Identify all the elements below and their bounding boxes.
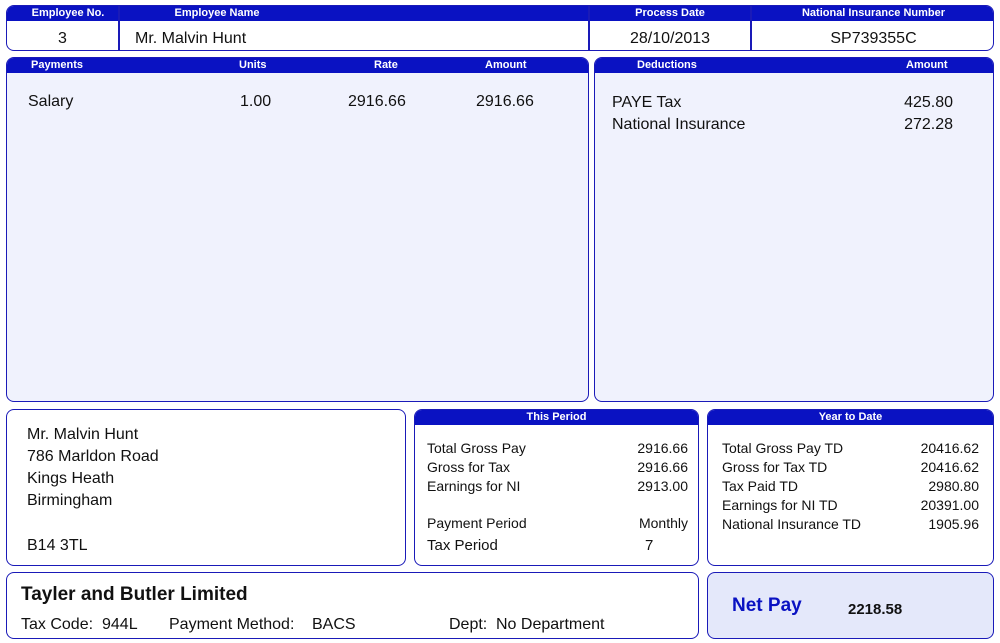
employee-no-label: Employee No. bbox=[31, 7, 105, 19]
payment-method-value: BACS bbox=[312, 616, 356, 633]
payments-panel: Payments Units Rate Amount Salary 1.00 2… bbox=[6, 57, 589, 402]
ytd-label: Gross for Tax TD bbox=[722, 459, 828, 475]
payment-method-label: Payment Method: bbox=[169, 616, 295, 633]
amount-label: Amount bbox=[485, 59, 527, 71]
ytd-value: 2980.80 bbox=[928, 478, 979, 494]
company-panel: Tayler and Butler Limited Tax Code: 944L… bbox=[6, 572, 699, 639]
this-period-value: 2916.66 bbox=[637, 440, 688, 456]
tax-period-value: 7 bbox=[645, 537, 654, 554]
this-period-value: 2913.00 bbox=[637, 478, 688, 494]
deduction-amount: 425.80 bbox=[904, 94, 953, 111]
address-line: 786 Marldon Road bbox=[27, 448, 159, 465]
ytd-label: Tax Paid TD bbox=[722, 478, 798, 494]
employee-info-panel: Employee No. Employee Name Process Date … bbox=[6, 5, 994, 51]
address-line: Mr. Malvin Hunt bbox=[27, 426, 139, 443]
ytd-value: 20416.62 bbox=[920, 440, 979, 456]
address-panel: Mr. Malvin Hunt 786 Marldon Road Kings H… bbox=[6, 409, 406, 566]
dept-value: No Department bbox=[496, 616, 605, 633]
process-date-label: Process Date bbox=[635, 7, 705, 19]
employee-no: 3 bbox=[58, 30, 67, 47]
payment-rate: 2916.66 bbox=[348, 93, 406, 110]
employee-name-label: Employee Name bbox=[174, 7, 260, 19]
payments-label: Payments bbox=[31, 59, 83, 71]
deduction-amount: 272.28 bbox=[904, 116, 953, 133]
net-pay-value: 2218.58 bbox=[848, 601, 903, 618]
employee-info-header: Employee No. Employee Name Process Date … bbox=[7, 6, 993, 21]
ytd-value: 20416.62 bbox=[920, 459, 979, 475]
ytd-label: National Insurance TD bbox=[722, 516, 862, 532]
deductions-header: Deductions Amount bbox=[595, 58, 993, 73]
this-period-label: Earnings for NI bbox=[427, 478, 521, 494]
tax-period-label: Tax Period bbox=[427, 537, 498, 554]
company-name: Tayler and Butler Limited bbox=[21, 584, 248, 605]
year-to-date-header: Year to Date bbox=[708, 410, 993, 425]
ytd-label: Earnings for NI TD bbox=[722, 497, 838, 513]
payment-amount: 2916.66 bbox=[476, 93, 534, 110]
tax-code-value: 944L bbox=[102, 616, 138, 633]
ni-number-label: National Insurance Number bbox=[801, 7, 946, 19]
this-period-label: Total Gross Pay bbox=[427, 440, 526, 456]
ytd-label: Total Gross Pay TD bbox=[722, 440, 844, 456]
this-period-label: Gross for Tax bbox=[427, 459, 510, 475]
this-period-panel: This Period Total Gross Pay 2916.66 Gros… bbox=[414, 409, 699, 566]
year-to-date-panel: Year to Date Total Gross Pay TD 20416.62… bbox=[707, 409, 994, 566]
deductions-amount-label: Amount bbox=[906, 59, 948, 71]
payment-units: 1.00 bbox=[240, 93, 272, 110]
divider bbox=[118, 6, 120, 50]
ni-number: SP739355C bbox=[830, 30, 917, 47]
deductions-panel: Deductions Amount PAYE Tax 425.80 Nation… bbox=[594, 57, 994, 402]
payments-header: Payments Units Rate Amount bbox=[7, 58, 588, 73]
ytd-value: 20391.00 bbox=[920, 497, 979, 513]
deduction-description: National Insurance bbox=[612, 116, 746, 133]
tax-code-label: Tax Code: bbox=[21, 616, 94, 633]
address-line: Birmingham bbox=[27, 492, 113, 509]
deduction-description: PAYE Tax bbox=[612, 94, 682, 111]
payment-period-value: Monthly bbox=[638, 515, 688, 531]
dept-label: Dept: bbox=[449, 616, 488, 633]
net-pay-label: Net Pay bbox=[732, 595, 802, 616]
address-line: Kings Heath bbox=[27, 470, 115, 487]
units-label: Units bbox=[239, 59, 267, 71]
process-date: 28/10/2013 bbox=[629, 30, 711, 47]
net-pay-panel: Net Pay 2218.58 bbox=[707, 572, 994, 639]
payment-description: Salary bbox=[28, 93, 74, 110]
ytd-value: 1905.96 bbox=[928, 516, 979, 532]
rate-label: Rate bbox=[374, 59, 398, 71]
this-period-header: This Period bbox=[415, 410, 698, 425]
payment-period-label: Payment Period bbox=[427, 515, 527, 531]
deductions-label: Deductions bbox=[637, 59, 697, 71]
this-period-value: 2916.66 bbox=[637, 459, 688, 475]
employee-name: Mr. Malvin Hunt bbox=[135, 30, 247, 47]
address-postcode: B14 3TL bbox=[27, 537, 88, 554]
